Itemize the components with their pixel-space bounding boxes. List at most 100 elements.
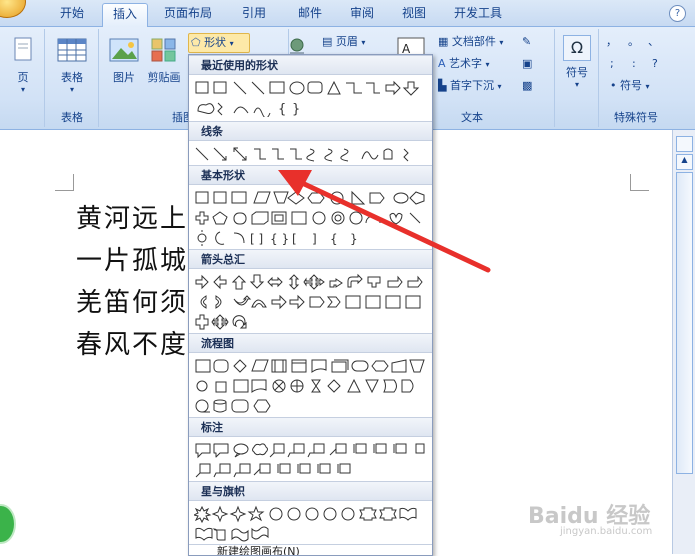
chevron-down-icon: ▾ xyxy=(497,82,502,91)
basic-shapes-row[interactable] xyxy=(194,209,426,227)
document-line: 羌笛何须 xyxy=(76,288,189,318)
basic-shapes-row[interactable] xyxy=(194,189,426,207)
shapes-button[interactable]: ⬠ 形状 ▾ xyxy=(188,33,250,53)
tab-references[interactable]: 引用 xyxy=(232,3,276,25)
group-table: 表格 ▾ 表格 xyxy=(46,29,99,127)
datetime-button[interactable]: ▣ xyxy=(522,55,532,73)
crop-mark xyxy=(55,174,74,191)
stars-banners-row[interactable] xyxy=(194,505,426,523)
ribbon-tab-bar: 开始 插入 页面布局 引用 邮件 审阅 视图 开发工具 ? xyxy=(0,0,695,27)
vertical-scrollbar[interactable]: ▲ xyxy=(672,130,695,554)
tab-insert[interactable]: 插入 xyxy=(102,3,148,27)
chevron-down-icon: ▾ xyxy=(645,82,650,91)
section-flowchart: 流程图 xyxy=(189,333,432,353)
datetime-icon: ▣ xyxy=(522,57,533,70)
page-icon xyxy=(14,37,32,61)
chevron-down-icon: ▾ xyxy=(574,80,579,89)
document-line: 黄河远上 xyxy=(76,204,189,234)
basic-shapes-row[interactable]: [ ] { } [] {} xyxy=(194,229,426,247)
block-arrows-row[interactable] xyxy=(194,273,426,291)
section-callouts: 标注 xyxy=(189,417,432,437)
section-recent-shapes: 最近使用的形状 xyxy=(189,55,432,75)
svg-text:{: { xyxy=(278,102,286,117)
new-drawing-canvas-item[interactable]: 新建绘图画布(N) xyxy=(189,544,432,555)
dropcap-label: 首字下沉 xyxy=(449,79,494,92)
symbol-label: 符号 xyxy=(566,66,588,79)
header-label: 页眉 xyxy=(335,35,358,48)
header-icon: ▤ xyxy=(322,35,333,48)
object-button[interactable]: ▩ xyxy=(522,77,532,95)
svg-text:]: ] xyxy=(312,232,317,246)
flowchart-row[interactable] xyxy=(194,377,426,395)
tab-page-layout[interactable]: 页面布局 xyxy=(156,3,220,25)
special-char-period[interactable]: 。 xyxy=(628,33,639,51)
dot-icon: • xyxy=(610,79,617,92)
ruler-toggle-icon[interactable] xyxy=(676,136,693,152)
crop-mark xyxy=(630,174,649,191)
omega-icon: Ω xyxy=(563,35,591,61)
flowchart-row[interactable] xyxy=(194,357,426,375)
clipart-icon xyxy=(151,38,176,62)
svg-text:{: { xyxy=(330,232,338,246)
docparts-button[interactable]: ▦ 文档部件 ▾ xyxy=(438,33,503,51)
section-lines: 线条 xyxy=(189,121,432,141)
table-button[interactable]: 表格 ▾ xyxy=(52,37,92,94)
chevron-down-icon: ▾ xyxy=(69,85,74,94)
signature-icon: ✎ xyxy=(522,35,532,48)
special-char-colon[interactable]: : xyxy=(632,55,636,73)
office-button[interactable] xyxy=(0,0,26,18)
flowchart-row[interactable] xyxy=(194,397,426,415)
group-label-special: 特殊符号 xyxy=(614,111,658,124)
tab-review[interactable]: 审阅 xyxy=(340,3,384,25)
wordart-icon: A xyxy=(438,57,446,70)
chevron-down-icon: ▾ xyxy=(20,85,25,94)
symbol-small-label: 符号 xyxy=(620,79,642,92)
dropcap-button[interactable]: ▙ 首字下沉 ▾ xyxy=(438,77,501,95)
signature-button[interactable]: ✎ xyxy=(522,33,531,51)
section-block-arrows: 箭头总汇 xyxy=(189,249,432,269)
svg-text:}: } xyxy=(350,232,358,246)
document-line: 一片孤城 xyxy=(76,246,189,276)
svg-text:{ }: { } xyxy=(270,232,289,246)
group-pages: 页 ▾ xyxy=(2,29,45,127)
section-stars-banners: 星与旗帜 xyxy=(189,481,432,501)
docparts-icon: ▦ xyxy=(438,35,449,48)
wordart-label: 艺术字 xyxy=(449,57,483,70)
block-arrows-row[interactable] xyxy=(194,313,426,331)
chevron-down-icon: ▾ xyxy=(499,38,504,47)
group-symbols: Ω 符号 ▾ xyxy=(556,29,599,127)
tab-mailings[interactable]: 邮件 xyxy=(288,3,332,25)
chevron-down-icon: ▾ xyxy=(485,60,490,69)
help-icon[interactable]: ? xyxy=(669,5,686,22)
scroll-thumb[interactable] xyxy=(676,172,693,474)
block-arrows-row[interactable] xyxy=(194,293,426,311)
special-char-comma[interactable]: ， xyxy=(606,33,617,51)
svg-text:}: } xyxy=(292,102,300,117)
symbol-small-button[interactable]: • 符号 ▾ xyxy=(610,77,650,95)
tab-view[interactable]: 视图 xyxy=(392,3,436,25)
tab-home[interactable]: 开始 xyxy=(50,3,94,25)
clipart-button[interactable]: 剪贴画 xyxy=(144,37,184,85)
recent-shapes-row[interactable]: {} xyxy=(194,99,426,117)
table-label: 表格 xyxy=(61,71,83,84)
wordart-button[interactable]: A 艺术字 ▾ xyxy=(438,55,490,73)
header-button[interactable]: ▤ 页眉 ▾ xyxy=(322,33,365,51)
symbol-button[interactable]: Ω 符号 ▾ xyxy=(560,35,594,89)
chevron-down-icon: ▾ xyxy=(229,39,234,48)
pages-label: 页 xyxy=(17,71,29,84)
special-char-question[interactable]: ? xyxy=(652,55,658,73)
special-char-semicolon[interactable]: ; xyxy=(610,55,614,73)
group-label-table: 表格 xyxy=(61,111,83,124)
special-char-dun[interactable]: 、 xyxy=(648,33,659,51)
scroll-up-icon[interactable]: ▲ xyxy=(676,154,693,170)
lines-row[interactable] xyxy=(194,145,426,163)
callouts-row[interactable] xyxy=(194,441,426,459)
tab-developer[interactable]: 开发工具 xyxy=(446,3,510,25)
callouts-row[interactable] xyxy=(194,461,426,479)
stars-banners-row[interactable] xyxy=(194,525,426,543)
dropcap-icon: ▙ xyxy=(438,79,447,92)
document-line: 春风不度 xyxy=(76,330,189,360)
recent-shapes-row[interactable] xyxy=(194,79,426,97)
picture-button[interactable]: 图片 xyxy=(106,37,142,85)
pages-button[interactable]: 页 ▾ xyxy=(6,37,40,94)
